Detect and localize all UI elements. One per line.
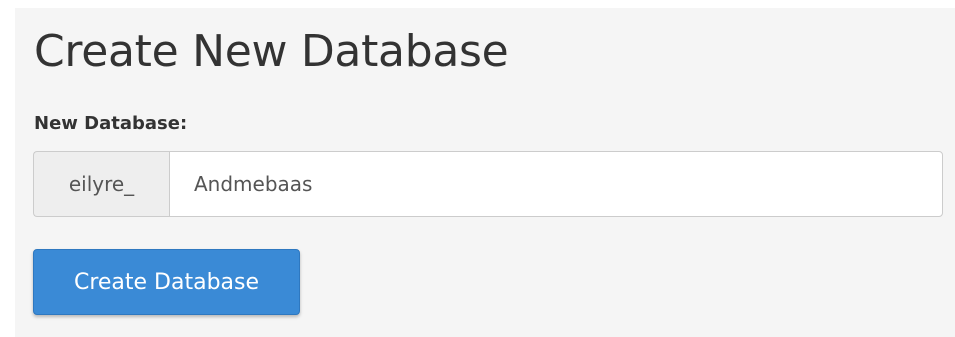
database-prefix: eilyre_ (33, 151, 169, 217)
page-title: Create New Database (34, 26, 509, 77)
new-database-label: New Database: (34, 113, 188, 134)
database-name-input[interactable] (169, 151, 943, 217)
create-database-panel: Create New Database New Database: eilyre… (15, 8, 955, 337)
create-database-button[interactable]: Create Database (33, 249, 300, 315)
database-name-input-group: eilyre_ (33, 151, 943, 217)
